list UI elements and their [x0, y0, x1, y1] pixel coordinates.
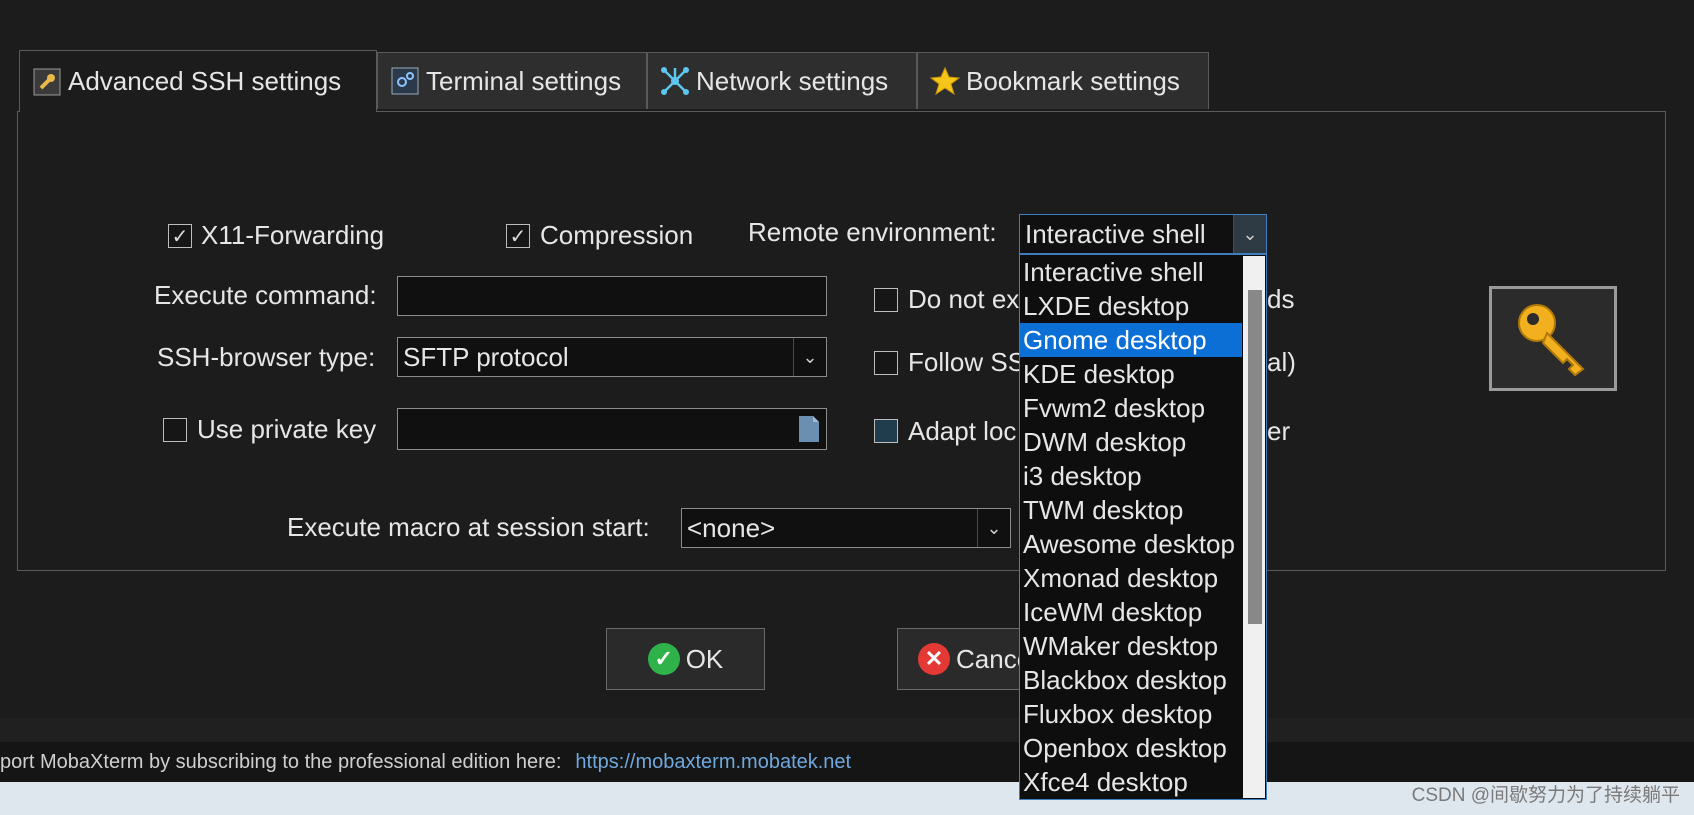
terminal-gear-icon: [390, 66, 420, 96]
private-key-path-input[interactable]: [397, 408, 827, 450]
key-icon: [1489, 286, 1617, 391]
tab-advanced-ssh-settings[interactable]: Advanced SSH settings: [19, 50, 377, 112]
do-not-exit-checkbox[interactable]: [874, 288, 898, 312]
do-not-exit-label-tail: ds: [1267, 284, 1295, 314]
tab-label: Terminal settings: [426, 65, 622, 96]
tab-label: Network settings: [696, 65, 889, 96]
use-private-key-label: Use private key: [197, 414, 377, 444]
ssh-browser-type-label: SSH-browser type:: [157, 342, 376, 372]
adapt-locale-checkbox[interactable]: [874, 419, 898, 443]
compression-checkbox[interactable]: ✓: [506, 224, 530, 248]
remote-environment-label: Remote environment:: [748, 217, 997, 247]
dropdown-option[interactable]: Fvwm2 desktop: [1020, 391, 1266, 425]
follow-ssh-path-checkbox[interactable]: [874, 351, 898, 375]
dropdown-option[interactable]: Xfce4 desktop: [1020, 765, 1266, 799]
close-icon: ✕: [918, 643, 950, 675]
do-not-exit-label: Do not ex: [908, 284, 1020, 314]
tab-terminal-settings[interactable]: Terminal settings: [377, 52, 647, 109]
check-icon: ✓: [647, 643, 680, 675]
star-icon: [930, 66, 960, 96]
tab-label: Bookmark settings: [966, 65, 1180, 96]
scrollbar-thumb[interactable]: [1248, 290, 1262, 624]
dropdown-option[interactable]: WMaker desktop: [1020, 629, 1266, 663]
status-text: port MobaXterm by subscribing to the pro…: [0, 750, 562, 773]
dropdown-option[interactable]: TWM desktop: [1020, 493, 1266, 527]
remote-environment-select[interactable]: Interactive shell ⌄: [1019, 214, 1267, 254]
chevron-down-icon[interactable]: ⌄: [977, 509, 1010, 547]
dropdown-option[interactable]: DWM desktop: [1020, 425, 1266, 459]
execute-macro-label: Execute macro at session start:: [287, 512, 650, 542]
background-taskbar: [0, 718, 1694, 742]
follow-ssh-path-label: Follow SS: [908, 347, 1026, 377]
follow-ssh-path-label-tail: al): [1267, 347, 1296, 377]
adapt-locale-label: Adapt loc: [908, 416, 1017, 446]
watermark: CSDN @间歇努力为了持续躺平: [1411, 785, 1680, 806]
adapt-locale-label-tail: er: [1267, 416, 1291, 446]
compression-label: Compression: [540, 220, 694, 250]
dropdown-option[interactable]: Gnome desktop: [1020, 323, 1242, 357]
execute-macro-value: <none>: [687, 512, 776, 543]
chevron-down-icon[interactable]: ⌄: [1233, 215, 1266, 253]
dropdown-option[interactable]: Blackbox desktop: [1020, 663, 1266, 697]
x11-forwarding-label: X11-Forwarding: [201, 220, 385, 250]
wrench-icon: [32, 67, 62, 97]
remote-environment-value: Interactive shell: [1025, 218, 1206, 249]
tab-label: Advanced SSH settings: [68, 66, 342, 96]
file-browse-icon[interactable]: [798, 415, 820, 450]
chevron-down-icon[interactable]: ⌄: [793, 338, 826, 376]
status-link[interactable]: https://mobaxterm.mobatek.net: [575, 751, 851, 774]
dropdown-items: Interactive shell LXDE desktop Gnome deskt…: [1020, 255, 1266, 799]
dropdown-option[interactable]: Interactive shell: [1020, 255, 1266, 289]
execute-command-label: Execute command:: [154, 280, 377, 310]
ok-button[interactable]: ✓ OK: [606, 628, 765, 690]
dropdown-option[interactable]: LXDE desktop: [1020, 289, 1266, 323]
x11-forwarding-checkbox[interactable]: ✓: [168, 224, 192, 248]
dropdown-option[interactable]: Awesome desktop: [1020, 527, 1266, 561]
ssh-browser-type-select[interactable]: SFTP protocol ⌄: [397, 337, 827, 377]
tab-network-settings[interactable]: Network settings: [647, 52, 917, 109]
ssh-browser-type-value: SFTP protocol: [403, 341, 569, 372]
settings-panel: [17, 111, 1666, 571]
network-icon: [660, 66, 690, 96]
dropdown-scrollbar[interactable]: [1243, 256, 1265, 798]
tab-bookmark-settings[interactable]: Bookmark settings: [917, 52, 1209, 109]
dropdown-option[interactable]: Openbox desktop: [1020, 731, 1266, 765]
execute-command-input[interactable]: [397, 276, 827, 316]
dropdown-option[interactable]: i3 desktop: [1020, 459, 1266, 493]
ok-button-label: OK: [685, 643, 724, 674]
dropdown-option[interactable]: KDE desktop: [1020, 357, 1266, 391]
use-private-key-checkbox[interactable]: [163, 418, 187, 442]
dropdown-option[interactable]: Xmonad desktop: [1020, 561, 1266, 595]
status-bar: port MobaXterm by subscribing to the pro…: [0, 742, 1694, 782]
dropdown-option[interactable]: Fluxbox desktop: [1020, 697, 1266, 731]
remote-environment-dropdown-list[interactable]: Interactive shell LXDE desktop Gnome deskt…: [1019, 254, 1267, 800]
dropdown-option[interactable]: IceWM desktop: [1020, 595, 1266, 629]
execute-macro-select[interactable]: <none> ⌄: [681, 508, 1011, 548]
